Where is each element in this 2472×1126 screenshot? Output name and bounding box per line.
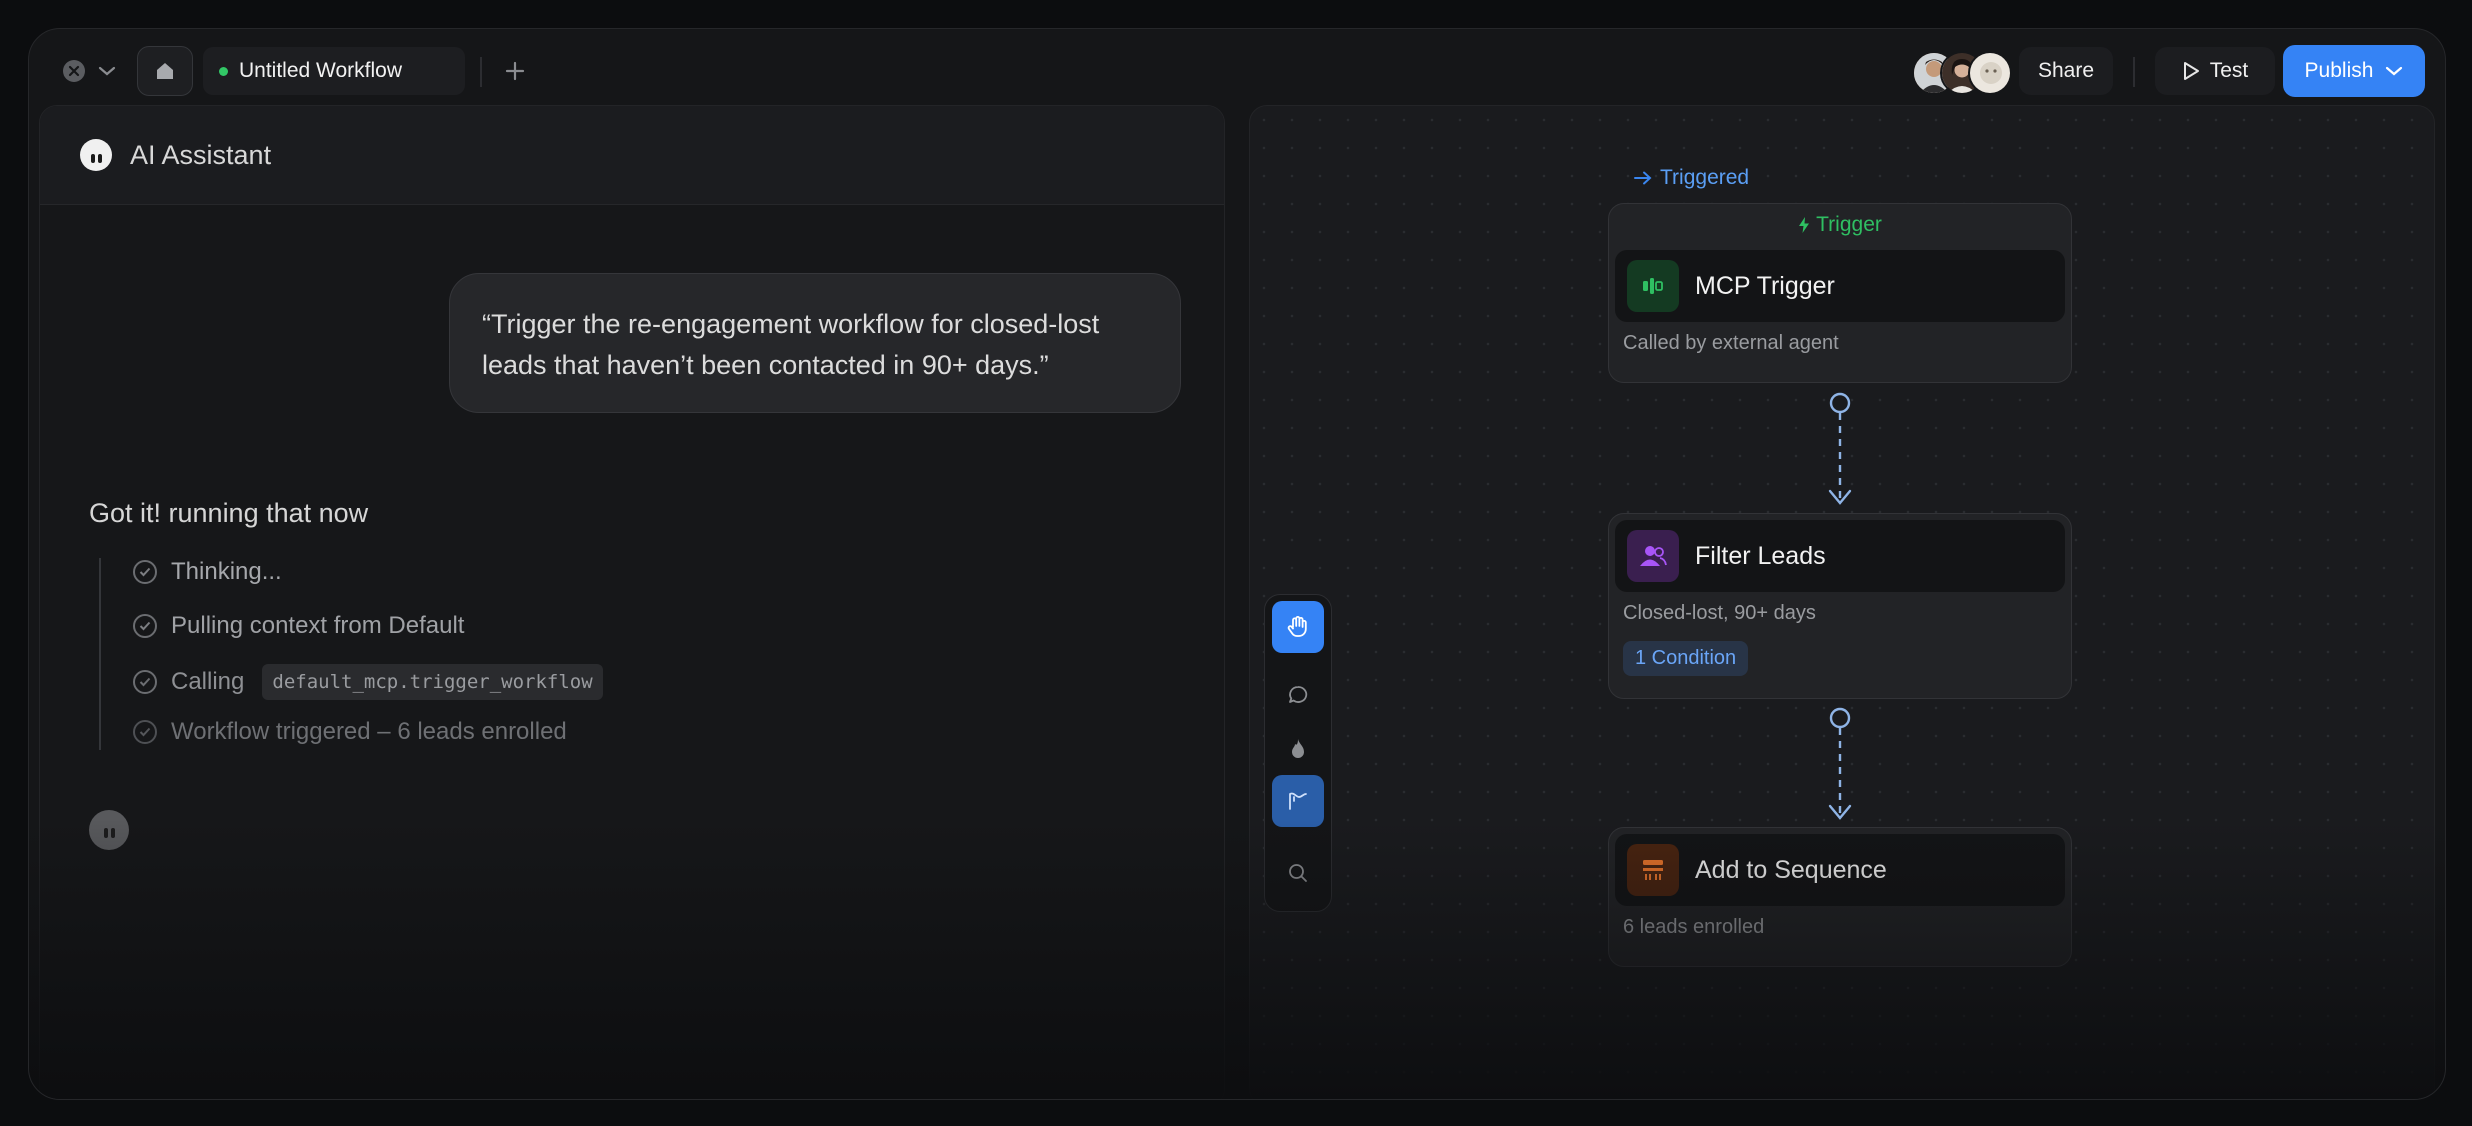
step-label: Pulling context from Default <box>171 612 465 639</box>
node-header: MCP Trigger <box>1615 250 2065 322</box>
trigger-group-label: Trigger <box>1816 213 1882 236</box>
step-label: Workflow triggered – 6 leads enrolled <box>171 718 567 745</box>
publish-label: Publish <box>2304 59 2374 82</box>
mcp-trigger-icon <box>1627 260 1679 312</box>
assistant-logo-icon <box>80 139 112 171</box>
assistant-response: Got it! running that now <box>89 498 369 528</box>
triggered-label: Triggered <box>1660 166 1750 189</box>
node-title: Filter Leads <box>1695 541 1826 570</box>
check-icon <box>133 614 157 638</box>
path-tool-icon[interactable] <box>1272 775 1324 827</box>
publish-button[interactable]: Publish <box>2283 45 2425 97</box>
node-subtitle: Closed-lost, 90+ days <box>1623 602 1816 624</box>
comment-tool-icon[interactable] <box>1272 669 1324 721</box>
node-connector <box>1828 392 1852 505</box>
workflow-tab[interactable]: Untitled Workflow <box>203 47 465 95</box>
users-icon <box>1627 530 1679 582</box>
status-dot <box>219 66 228 76</box>
node-header: Add to Sequence <box>1615 834 2065 906</box>
workflow-canvas[interactable]: Triggered Trigger MCP Trigger Called by … <box>1249 105 2435 1099</box>
triggered-status: Triggered <box>1634 166 1749 190</box>
canvas-toolbar <box>1264 594 1332 912</box>
ai-assistant-panel: AI Assistant “Trigger the re-engagement … <box>39 105 1225 1099</box>
divider <box>2133 57 2135 87</box>
trigger-node[interactable]: Trigger MCP Trigger Called by external a… <box>1608 203 2072 383</box>
step-item: Pulling context from Default <box>133 612 464 640</box>
step-item: Thinking... <box>133 558 282 586</box>
app-window: Untitled Workflow Share Test Publish AI … <box>28 28 2446 1100</box>
hand-tool-icon[interactable] <box>1272 601 1324 653</box>
check-icon <box>133 670 157 694</box>
step-label: Calling <box>171 668 245 695</box>
avatar <box>1968 51 2012 95</box>
progress-steps: Thinking... Pulling context from Default… <box>99 558 701 750</box>
search-tool-icon[interactable] <box>1272 847 1324 899</box>
collaborator-avatars[interactable] <box>1912 51 2012 95</box>
node-title: MCP Trigger <box>1695 271 1835 300</box>
panel-title: AI Assistant <box>130 139 272 170</box>
step-label: Thinking... <box>171 558 282 585</box>
chevron-down-icon <box>2386 66 2403 76</box>
check-icon <box>133 720 157 744</box>
add-to-sequence-node[interactable]: Add to Sequence 6 leads enrolled <box>1608 827 2072 967</box>
chevron-down-icon[interactable] <box>95 59 119 83</box>
node-subtitle: 6 leads enrolled <box>1623 916 1765 938</box>
assistant-logo-icon <box>89 810 129 850</box>
node-header: Filter Leads <box>1615 520 2065 592</box>
tab-title: Untitled Workflow <box>239 59 402 82</box>
node-title: Add to Sequence <box>1695 855 1887 884</box>
filter-leads-node[interactable]: Filter Leads Closed-lost, 90+ days 1 Con… <box>1608 513 2072 699</box>
check-icon <box>133 560 157 584</box>
arrow-right-icon <box>1634 171 1652 185</box>
node-subtitle: Called by external agent <box>1623 332 1839 354</box>
bolt-icon <box>1799 217 1810 233</box>
tool-call-code: default_mcp.trigger_workflow <box>262 664 603 700</box>
user-message-bubble: “Trigger the re-engagement workflow for … <box>449 273 1181 413</box>
sequence-icon <box>1627 844 1679 896</box>
share-button[interactable]: Share <box>2019 47 2113 95</box>
panel-header: AI Assistant <box>40 106 1224 205</box>
close-icon[interactable] <box>63 60 85 82</box>
step-item: Calling default_mcp.trigger_workflow <box>133 664 603 700</box>
plus-icon <box>505 61 525 81</box>
test-label: Test <box>2209 59 2249 82</box>
divider <box>480 57 482 87</box>
step-item: Workflow triggered – 6 leads enrolled <box>133 718 567 746</box>
fire-tool-icon[interactable] <box>1272 723 1324 775</box>
condition-badge[interactable]: 1 Condition <box>1623 641 1749 676</box>
node-connector <box>1828 707 1852 820</box>
test-button[interactable]: Test <box>2155 47 2275 95</box>
home-button[interactable] <box>137 46 193 96</box>
new-tab-button[interactable] <box>499 55 531 87</box>
trigger-group-header: Trigger <box>1609 204 2071 246</box>
play-icon <box>2183 62 2199 80</box>
home-icon <box>157 63 173 79</box>
